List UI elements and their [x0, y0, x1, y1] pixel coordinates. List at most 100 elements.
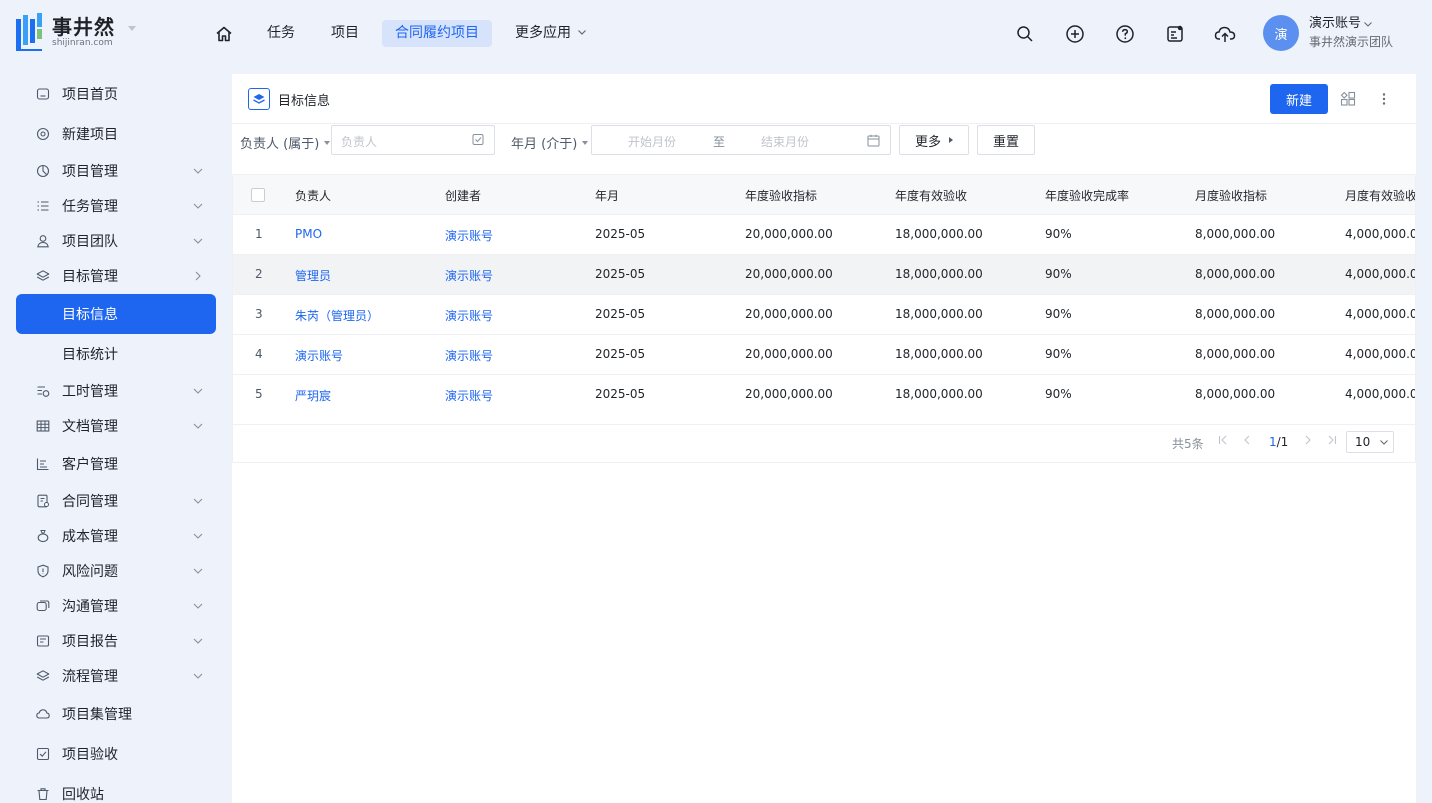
brand-logo[interactable]: 事井然 shijinran.com [16, 13, 115, 51]
chevron-down-icon [1363, 19, 1373, 29]
nav-projects[interactable]: 项目 [318, 20, 372, 47]
column-header[interactable]: 年月 [595, 187, 619, 204]
table-row[interactable]: 3 朱芮（管理员） 演示账号 2025-05 20,000,000.00 18,… [233, 295, 1415, 335]
sidebar-item-contract[interactable]: 合同管理 [16, 483, 216, 519]
annual-valid-cell: 18,000,000.00 [895, 307, 983, 321]
annual-rate-cell: 90% [1045, 227, 1072, 241]
creator-cell[interactable]: 演示账号 [445, 307, 493, 324]
sidebar-item-document[interactable]: 文档管理 [16, 408, 216, 444]
column-header[interactable]: 年度验收指标 [745, 187, 817, 204]
sidebar-item-acceptance[interactable]: 项目验收 [16, 736, 216, 772]
end-month-input[interactable]: 结束月份 [761, 133, 809, 150]
sidebar-item-label: 项目首页 [62, 87, 118, 103]
sidebar-item-task-management[interactable]: 任务管理 [16, 188, 216, 224]
creator-cell[interactable]: 演示账号 [445, 347, 493, 364]
sidebar-item-project-team[interactable]: 项目团队 [16, 223, 216, 259]
page-size-select[interactable]: 10 [1346, 431, 1394, 453]
start-month-input[interactable]: 开始月份 [628, 133, 676, 150]
month-cell: 2025-05 [595, 307, 646, 321]
target-info-icon [248, 88, 270, 110]
column-header[interactable]: 年度有效验收 [895, 187, 967, 204]
table-row[interactable]: 5 严玥宸 演示账号 2025-05 20,000,000.00 18,000,… [233, 375, 1415, 415]
owner-input[interactable]: 负责人 [331, 125, 495, 155]
annual-rate-cell: 90% [1045, 267, 1072, 281]
annual-valid-cell: 18,000,000.00 [895, 227, 983, 241]
owner-cell[interactable]: 朱芮（管理员） [295, 307, 379, 324]
contract-icon [36, 494, 50, 508]
sidebar-item-customer[interactable]: 客户管理 [16, 446, 216, 482]
header-actions [1012, 21, 1262, 47]
month-range-picker[interactable]: 开始月份 至 结束月份 [591, 125, 891, 155]
column-header[interactable]: 年度验收完成率 [1045, 187, 1129, 204]
chevron-down-icon [192, 235, 204, 247]
sidebar-item-timesheet[interactable]: 工时管理 [16, 373, 216, 409]
avatar[interactable]: 演 [1263, 15, 1299, 51]
layout-toggle-icon[interactable] [1339, 90, 1357, 108]
owner-filter-field[interactable]: 负责人 (属于) [240, 133, 331, 152]
owner-cell[interactable]: 严玥宸 [295, 387, 331, 404]
sidebar-item-target-management[interactable]: 目标管理 [16, 258, 216, 294]
more-vertical-icon[interactable] [1375, 90, 1393, 108]
column-header[interactable]: 月度验收指标 [1195, 187, 1267, 204]
new-button[interactable]: 新建 [1270, 84, 1328, 114]
sidebar-item-workflow[interactable]: 流程管理 [16, 658, 216, 694]
sidebar-item-report[interactable]: 项目报告 [16, 623, 216, 659]
sidebar-item-program[interactable]: 项目集管理 [16, 696, 216, 732]
nav-contract-projects[interactable]: 合同履约项目 [382, 20, 492, 47]
creator-cell[interactable]: 演示账号 [445, 387, 493, 404]
table-icon [36, 419, 50, 433]
table-row[interactable]: 1 PMO 演示账号 2025-05 20,000,000.00 18,000,… [233, 215, 1415, 255]
home-icon[interactable] [204, 20, 244, 47]
calendar-icon [867, 134, 880, 150]
table-row[interactable]: 4 演示账号 演示账号 2025-05 20,000,000.00 18,000… [233, 335, 1415, 375]
column-header[interactable]: 月度有效验收 [1345, 187, 1415, 204]
next-page-icon[interactable] [1302, 434, 1314, 449]
notice-icon[interactable] [1162, 21, 1188, 47]
sidebar-item-target-stats[interactable]: 目标统计 [16, 336, 216, 372]
total-pages: /1 [1276, 435, 1289, 449]
sidebar-item-risk[interactable]: 风险问题 [16, 553, 216, 589]
sidebar-item-label: 项目报告 [62, 634, 118, 650]
caret-down-icon [324, 140, 331, 145]
select-user-icon[interactable] [472, 133, 485, 149]
monthly-valid-cell: 4,000,000.00 [1345, 387, 1415, 401]
owner-cell[interactable]: 演示账号 [295, 347, 343, 364]
sidebar-item-new-project[interactable]: 新建项目 [16, 116, 216, 152]
sidebar-item-project-management[interactable]: 项目管理 [16, 153, 216, 189]
sidebar-item-cost[interactable]: 成本管理 [16, 518, 216, 554]
sidebar-item-label: 工时管理 [62, 384, 118, 400]
more-filters-button[interactable]: 更多 [899, 125, 969, 155]
sidebar-item-communication[interactable]: 沟通管理 [16, 588, 216, 624]
month-filter-field[interactable]: 年月 (介于) [511, 133, 589, 152]
nav-more-apps[interactable]: 更多应用 [502, 20, 600, 47]
owner-cell[interactable]: 管理员 [295, 267, 331, 284]
page-toolbar: 目标信息 新建 [232, 74, 1416, 124]
user-menu[interactable]: 演 演示账号 事井然演示团队 [1263, 15, 1393, 51]
monthly-valid-cell: 4,000,000.00 [1345, 307, 1415, 321]
page-size-value: 10 [1355, 435, 1371, 449]
creator-cell[interactable]: 演示账号 [445, 227, 493, 244]
column-header[interactable]: 创建者 [445, 187, 481, 204]
pie-icon [36, 164, 50, 178]
help-icon[interactable] [1112, 21, 1138, 47]
reset-button[interactable]: 重置 [977, 125, 1035, 155]
cloud-upload-icon[interactable] [1212, 21, 1238, 47]
first-page-icon[interactable] [1217, 434, 1229, 449]
select-all-checkbox[interactable] [251, 188, 265, 202]
last-page-icon[interactable] [1326, 434, 1338, 449]
monthly-valid-cell: 4,000,000.00 [1345, 267, 1415, 281]
add-circle-icon[interactable] [1062, 21, 1088, 47]
search-icon[interactable] [1012, 21, 1038, 47]
creator-cell[interactable]: 演示账号 [445, 267, 493, 284]
sidebar-item-target-info[interactable]: 目标信息 [16, 294, 216, 334]
brand-caret-icon[interactable] [128, 26, 136, 31]
sidebar-item-recycle-bin[interactable]: 回收站 [16, 776, 216, 803]
prev-page-icon[interactable] [1241, 434, 1253, 449]
owner-cell[interactable]: PMO [295, 227, 322, 241]
nav-tasks[interactable]: 任务 [254, 20, 308, 47]
nav-more-label: 更多应用 [515, 25, 571, 41]
column-header[interactable]: 负责人 [295, 187, 331, 204]
table-row[interactable]: 2 管理员 演示账号 2025-05 20,000,000.00 18,000,… [233, 255, 1415, 295]
sidebar-item-project-home[interactable]: 项目首页 [16, 76, 216, 112]
monthly-target-cell: 8,000,000.00 [1195, 307, 1276, 321]
